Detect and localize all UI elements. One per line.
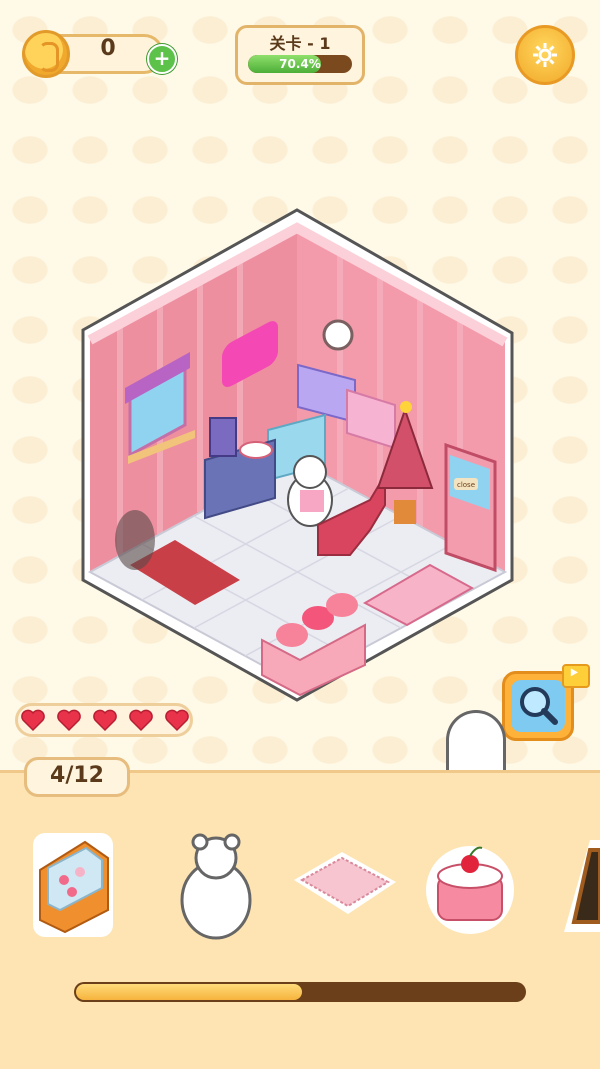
polar-bear-icon[interactable]	[176, 830, 256, 944]
found-counter-text: 4/12	[50, 763, 104, 788]
heart-icon	[128, 708, 154, 732]
coin-count: 0	[100, 36, 116, 61]
pink-rug-icon[interactable]	[290, 846, 400, 924]
gear-icon	[533, 43, 557, 67]
collection-progress-fill	[76, 984, 303, 1000]
video-ad-icon	[562, 664, 590, 688]
heart-icon	[92, 708, 118, 732]
door[interactable]: close	[444, 442, 497, 573]
polar-bear-paw	[446, 710, 506, 776]
level-title: 关卡 - 1	[269, 34, 331, 53]
pastry-display-case-icon[interactable]	[30, 830, 116, 944]
room-scene[interactable]: close	[0, 200, 600, 710]
heart-icon	[20, 708, 46, 732]
cherry-cake-icon[interactable]	[424, 836, 516, 940]
settings-button[interactable]	[515, 25, 575, 85]
polar-bear-figure[interactable]	[287, 455, 333, 527]
level-progress-text: 70.4%	[279, 57, 321, 71]
heart-icon	[56, 708, 82, 732]
collection-progress-bar	[74, 982, 526, 1002]
heart-icon	[164, 708, 190, 732]
clock-icon[interactable]	[322, 319, 354, 351]
svg-text:close: close	[457, 481, 475, 489]
add-coins-button[interactable]: +	[147, 44, 177, 74]
magnifier-icon	[520, 687, 558, 725]
chalkboard-sign-icon[interactable]	[560, 836, 600, 940]
hint-icon-area	[511, 680, 565, 732]
